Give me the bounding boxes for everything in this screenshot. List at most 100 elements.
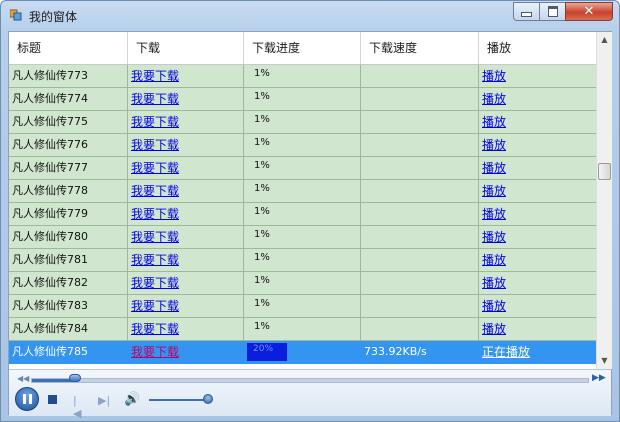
rewind-icon[interactable]: ◀◀	[17, 374, 29, 383]
table-row[interactable]: 凡人修仙传777 我要下载 1% 播放	[9, 157, 596, 180]
table-row[interactable]: 凡人修仙传778 我要下载 1% 播放	[9, 180, 596, 203]
seek-bar[interactable]	[31, 378, 589, 383]
play-pause-button[interactable]	[15, 387, 39, 411]
grid-header: 标题 下载 下载进度 下载速度 播放	[9, 32, 596, 65]
download-link[interactable]: 我要下载	[131, 230, 179, 244]
title-cell[interactable]: 凡人修仙传784	[9, 318, 128, 341]
download-link[interactable]: 我要下载	[131, 345, 179, 359]
download-cell: 我要下载	[128, 226, 244, 249]
table-row[interactable]: 凡人修仙传775 我要下载 1% 播放	[9, 111, 596, 134]
table-row[interactable]: 凡人修仙传784 我要下载 1% 播放	[9, 318, 596, 341]
app-window: 我的窗体 ✕ 标题 下载 下载进度 下载速度 播放 凡人修仙传773 我要下载 1%…	[0, 0, 620, 422]
download-cell: 我要下载	[128, 65, 244, 88]
progress-bar: 20%	[247, 343, 287, 361]
minimize-button[interactable]	[513, 2, 540, 21]
table-row[interactable]: 凡人修仙传773 我要下载 1% 播放	[9, 65, 596, 88]
play-link[interactable]: 播放	[482, 69, 506, 83]
table-row[interactable]: 凡人修仙传781 我要下载 1% 播放	[9, 249, 596, 272]
pause-icon	[23, 394, 26, 404]
title-cell[interactable]: 凡人修仙传773	[9, 65, 128, 88]
play-cell: 播放	[479, 180, 596, 203]
title-cell[interactable]: 凡人修仙传782	[9, 272, 128, 295]
table-row[interactable]: 凡人修仙传779 我要下载 1% 播放	[9, 203, 596, 226]
progress-cell: 1%	[244, 180, 361, 203]
download-link[interactable]: 我要下载	[131, 207, 179, 221]
title-cell[interactable]: 凡人修仙传776	[9, 134, 128, 157]
play-link[interactable]: 播放	[482, 92, 506, 106]
title-cell[interactable]: 凡人修仙传777	[9, 157, 128, 180]
seek-thumb[interactable]	[69, 374, 81, 382]
table-row[interactable]: 凡人修仙传774 我要下载 1% 播放	[9, 88, 596, 111]
speed-cell	[361, 134, 479, 157]
previous-icon[interactable]: |◀	[73, 394, 85, 420]
download-link[interactable]: 我要下载	[131, 253, 179, 267]
speed-cell	[361, 295, 479, 318]
play-link[interactable]: 正在播放	[482, 345, 530, 359]
table-row[interactable]: 凡人修仙传776 我要下载 1% 播放	[9, 134, 596, 157]
column-header-title[interactable]: 标题	[9, 32, 128, 64]
progress-cell: 20%	[244, 341, 361, 364]
progress-cell: 1%	[244, 111, 361, 134]
play-link[interactable]: 播放	[482, 299, 506, 313]
vertical-scrollbar[interactable]: ▲ ▼	[596, 32, 612, 369]
title-cell[interactable]: 凡人修仙传780	[9, 226, 128, 249]
progress-cell: 1%	[244, 295, 361, 318]
play-link[interactable]: 播放	[482, 322, 506, 336]
play-link[interactable]: 播放	[482, 138, 506, 152]
title-cell[interactable]: 凡人修仙传774	[9, 88, 128, 111]
download-link[interactable]: 我要下载	[131, 161, 179, 175]
title-cell[interactable]: 凡人修仙传778	[9, 180, 128, 203]
scroll-up-icon[interactable]: ▲	[597, 32, 612, 48]
download-cell: 我要下载	[128, 272, 244, 295]
column-header-progress[interactable]: 下载进度	[244, 32, 361, 64]
play-link[interactable]: 播放	[482, 207, 506, 221]
scroll-down-icon[interactable]: ▼	[597, 353, 612, 369]
play-link[interactable]: 播放	[482, 230, 506, 244]
progress-text: 1%	[254, 252, 270, 263]
download-cell: 我要下载	[128, 341, 244, 364]
column-header-speed[interactable]: 下载速度	[361, 32, 479, 64]
download-link[interactable]: 我要下载	[131, 69, 179, 83]
maximize-button[interactable]	[539, 2, 566, 21]
title-cell[interactable]: 凡人修仙传781	[9, 249, 128, 272]
table-row[interactable]: 凡人修仙传782 我要下载 1% 播放	[9, 272, 596, 295]
next-icon[interactable]: ▶|	[98, 394, 110, 407]
progress-cell: 1%	[244, 88, 361, 111]
play-cell: 播放	[479, 157, 596, 180]
close-button[interactable]: ✕	[565, 2, 613, 21]
play-link[interactable]: 播放	[482, 184, 506, 198]
volume-thumb[interactable]	[203, 394, 213, 404]
speaker-icon[interactable]: 🔊	[124, 392, 140, 407]
play-link[interactable]: 播放	[482, 161, 506, 175]
table-row-selected[interactable]: 凡人修仙传785 我要下载 20% 733.92KB/s 正在播放	[9, 341, 596, 364]
table-row[interactable]: 凡人修仙传780 我要下载 1% 播放	[9, 226, 596, 249]
progress-text: 1%	[254, 137, 270, 148]
download-link[interactable]: 我要下载	[131, 138, 179, 152]
table-row[interactable]: 凡人修仙传783 我要下载 1% 播放	[9, 295, 596, 318]
download-link[interactable]: 我要下载	[131, 115, 179, 129]
title-cell[interactable]: 凡人修仙传775	[9, 111, 128, 134]
play-link[interactable]: 播放	[482, 276, 506, 290]
stop-icon[interactable]	[48, 395, 57, 404]
volume-slider[interactable]	[149, 399, 211, 401]
play-link[interactable]: 播放	[482, 253, 506, 267]
column-header-download[interactable]: 下载	[128, 32, 244, 64]
speed-cell	[361, 318, 479, 341]
download-link[interactable]: 我要下载	[131, 299, 179, 313]
title-cell[interactable]: 凡人修仙传779	[9, 203, 128, 226]
column-header-play[interactable]: 播放	[479, 32, 596, 64]
title-cell[interactable]: 凡人修仙传785	[9, 341, 128, 364]
download-link[interactable]: 我要下载	[131, 184, 179, 198]
progress-text: 1%	[254, 206, 270, 217]
download-link[interactable]: 我要下载	[131, 92, 179, 106]
play-link[interactable]: 播放	[482, 115, 506, 129]
download-link[interactable]: 我要下载	[131, 322, 179, 336]
download-link[interactable]: 我要下载	[131, 276, 179, 290]
progress-text: 1%	[254, 160, 270, 171]
title-cell[interactable]: 凡人修仙传783	[9, 295, 128, 318]
title-bar[interactable]: 我的窗体 ✕	[1, 1, 619, 31]
speed-cell	[361, 226, 479, 249]
progress-cell: 1%	[244, 226, 361, 249]
fast-forward-icon[interactable]: ▶▶	[592, 373, 606, 383]
scroll-thumb[interactable]	[598, 163, 611, 180]
